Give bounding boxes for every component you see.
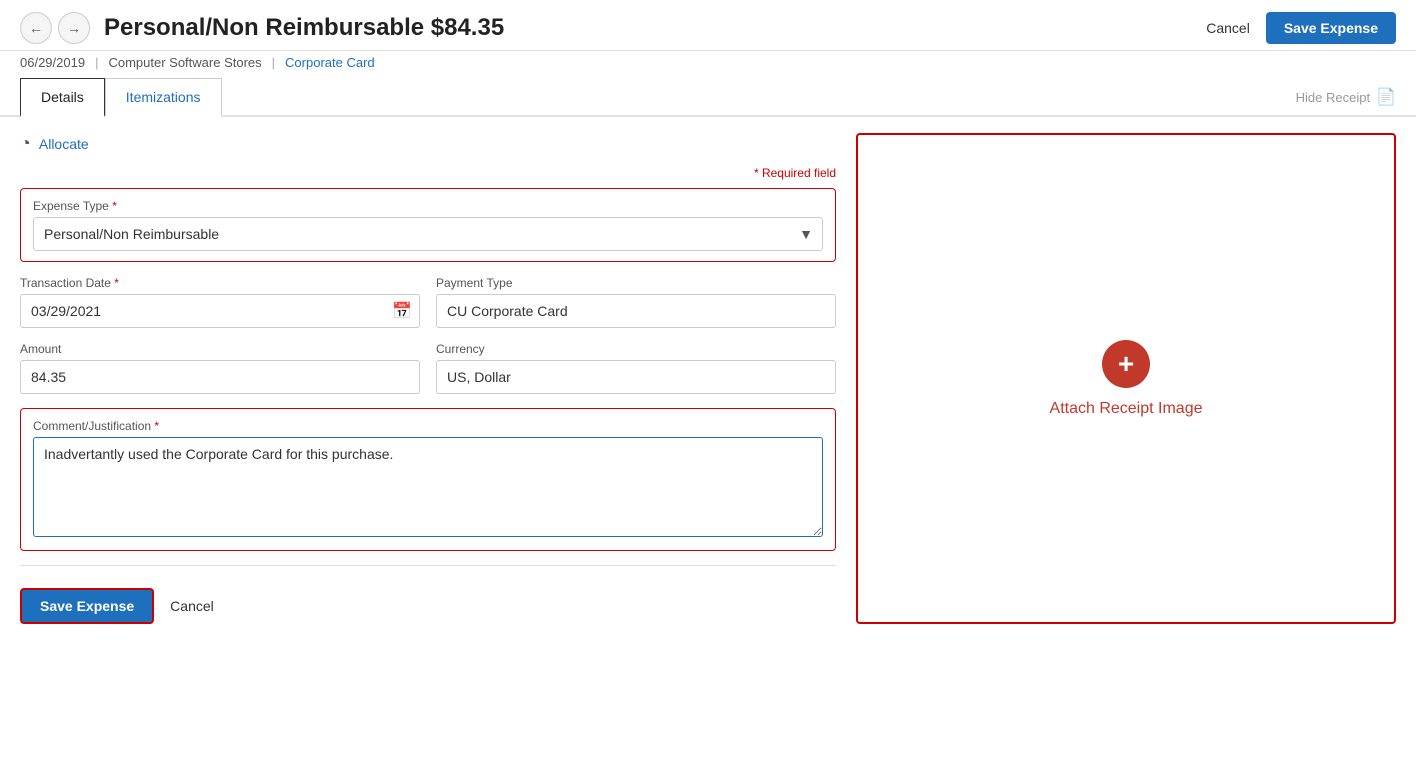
back-button[interactable]: ←: [20, 12, 52, 44]
amount-input[interactable]: [20, 360, 420, 394]
expense-type-label: Expense Type *: [33, 199, 823, 213]
header-cancel-button[interactable]: Cancel: [1206, 20, 1250, 36]
currency-input[interactable]: [436, 360, 836, 394]
expense-type-field-group: Expense Type * Personal/Non Reimbursable…: [20, 188, 836, 262]
nav-buttons: ← →: [20, 12, 90, 44]
hide-receipt-button[interactable]: Hide Receipt 📄: [1296, 79, 1396, 115]
required-notice-text: Required field: [762, 166, 836, 180]
tab-details[interactable]: Details: [20, 78, 105, 117]
subheader: 06/29/2019 | Computer Software Stores | …: [0, 51, 1416, 78]
tabs-bar: Details Itemizations Hide Receipt 📄: [0, 78, 1416, 117]
receipt-panel: + Attach Receipt Image: [856, 133, 1396, 624]
payment-type-input[interactable]: [436, 294, 836, 328]
payment-type-label: Payment Type: [436, 276, 836, 290]
comment-label: Comment/Justification *: [33, 419, 823, 433]
form-section: ◔ Allocate * Required field Expense Type…: [20, 133, 836, 624]
subheader-card: Corporate Card: [285, 55, 375, 70]
tab-details-label: Details: [41, 89, 84, 105]
bottom-cancel-button[interactable]: Cancel: [170, 598, 214, 614]
required-notice: * Required field: [20, 166, 836, 180]
attach-receipt-label[interactable]: Attach Receipt Image: [1050, 400, 1203, 418]
header: ← → Personal/Non Reimbursable $84.35 Can…: [0, 0, 1416, 51]
main-content: ◔ Allocate * Required field Expense Type…: [0, 117, 1416, 640]
currency-label: Currency: [436, 342, 836, 356]
comment-textarea[interactable]: [33, 437, 823, 537]
page-title: Personal/Non Reimbursable $84.35: [104, 14, 1206, 42]
plus-icon: +: [1118, 348, 1134, 380]
header-save-button[interactable]: Save Expense: [1266, 12, 1396, 44]
payment-type-col: Payment Type: [436, 276, 836, 328]
amount-label: Amount: [20, 342, 420, 356]
amount-col: Amount: [20, 342, 420, 394]
transaction-date-input[interactable]: [20, 294, 420, 328]
receipt-icon: 📄: [1376, 87, 1396, 107]
tab-itemizations[interactable]: Itemizations: [105, 78, 222, 117]
header-actions: Cancel Save Expense: [1206, 12, 1396, 44]
transaction-payment-row: Transaction Date * 📅 Payment Type: [20, 276, 836, 328]
forward-button[interactable]: →: [58, 12, 90, 44]
comment-field-group: Comment/Justification *: [20, 408, 836, 551]
allocate-row: ◔ Allocate: [20, 133, 836, 154]
hide-receipt-label: Hide Receipt: [1296, 90, 1370, 105]
tab-itemizations-label: Itemizations: [126, 89, 201, 105]
allocate-link[interactable]: Allocate: [39, 136, 89, 152]
subheader-date: 06/29/2019: [20, 55, 85, 70]
transaction-date-label: Transaction Date *: [20, 276, 420, 290]
transaction-date-col: Transaction Date * 📅: [20, 276, 420, 328]
currency-col: Currency: [436, 342, 836, 394]
transaction-date-wrapper: 📅: [20, 294, 420, 328]
subheader-store: Computer Software Stores: [108, 55, 261, 70]
bottom-actions: Save Expense Cancel: [20, 582, 836, 624]
calendar-icon[interactable]: 📅: [392, 301, 412, 321]
amount-currency-row: Amount Currency: [20, 342, 836, 394]
subheader-sep2: |: [272, 55, 275, 70]
bottom-save-button[interactable]: Save Expense: [20, 588, 154, 624]
form-divider: [20, 565, 836, 566]
allocate-circle-icon: ◔: [20, 133, 31, 154]
attach-plus-button[interactable]: +: [1102, 340, 1150, 388]
subheader-sep1: |: [95, 55, 98, 70]
expense-type-select-wrapper: Personal/Non Reimbursable ▼: [33, 217, 823, 251]
expense-type-select[interactable]: Personal/Non Reimbursable: [33, 217, 823, 251]
